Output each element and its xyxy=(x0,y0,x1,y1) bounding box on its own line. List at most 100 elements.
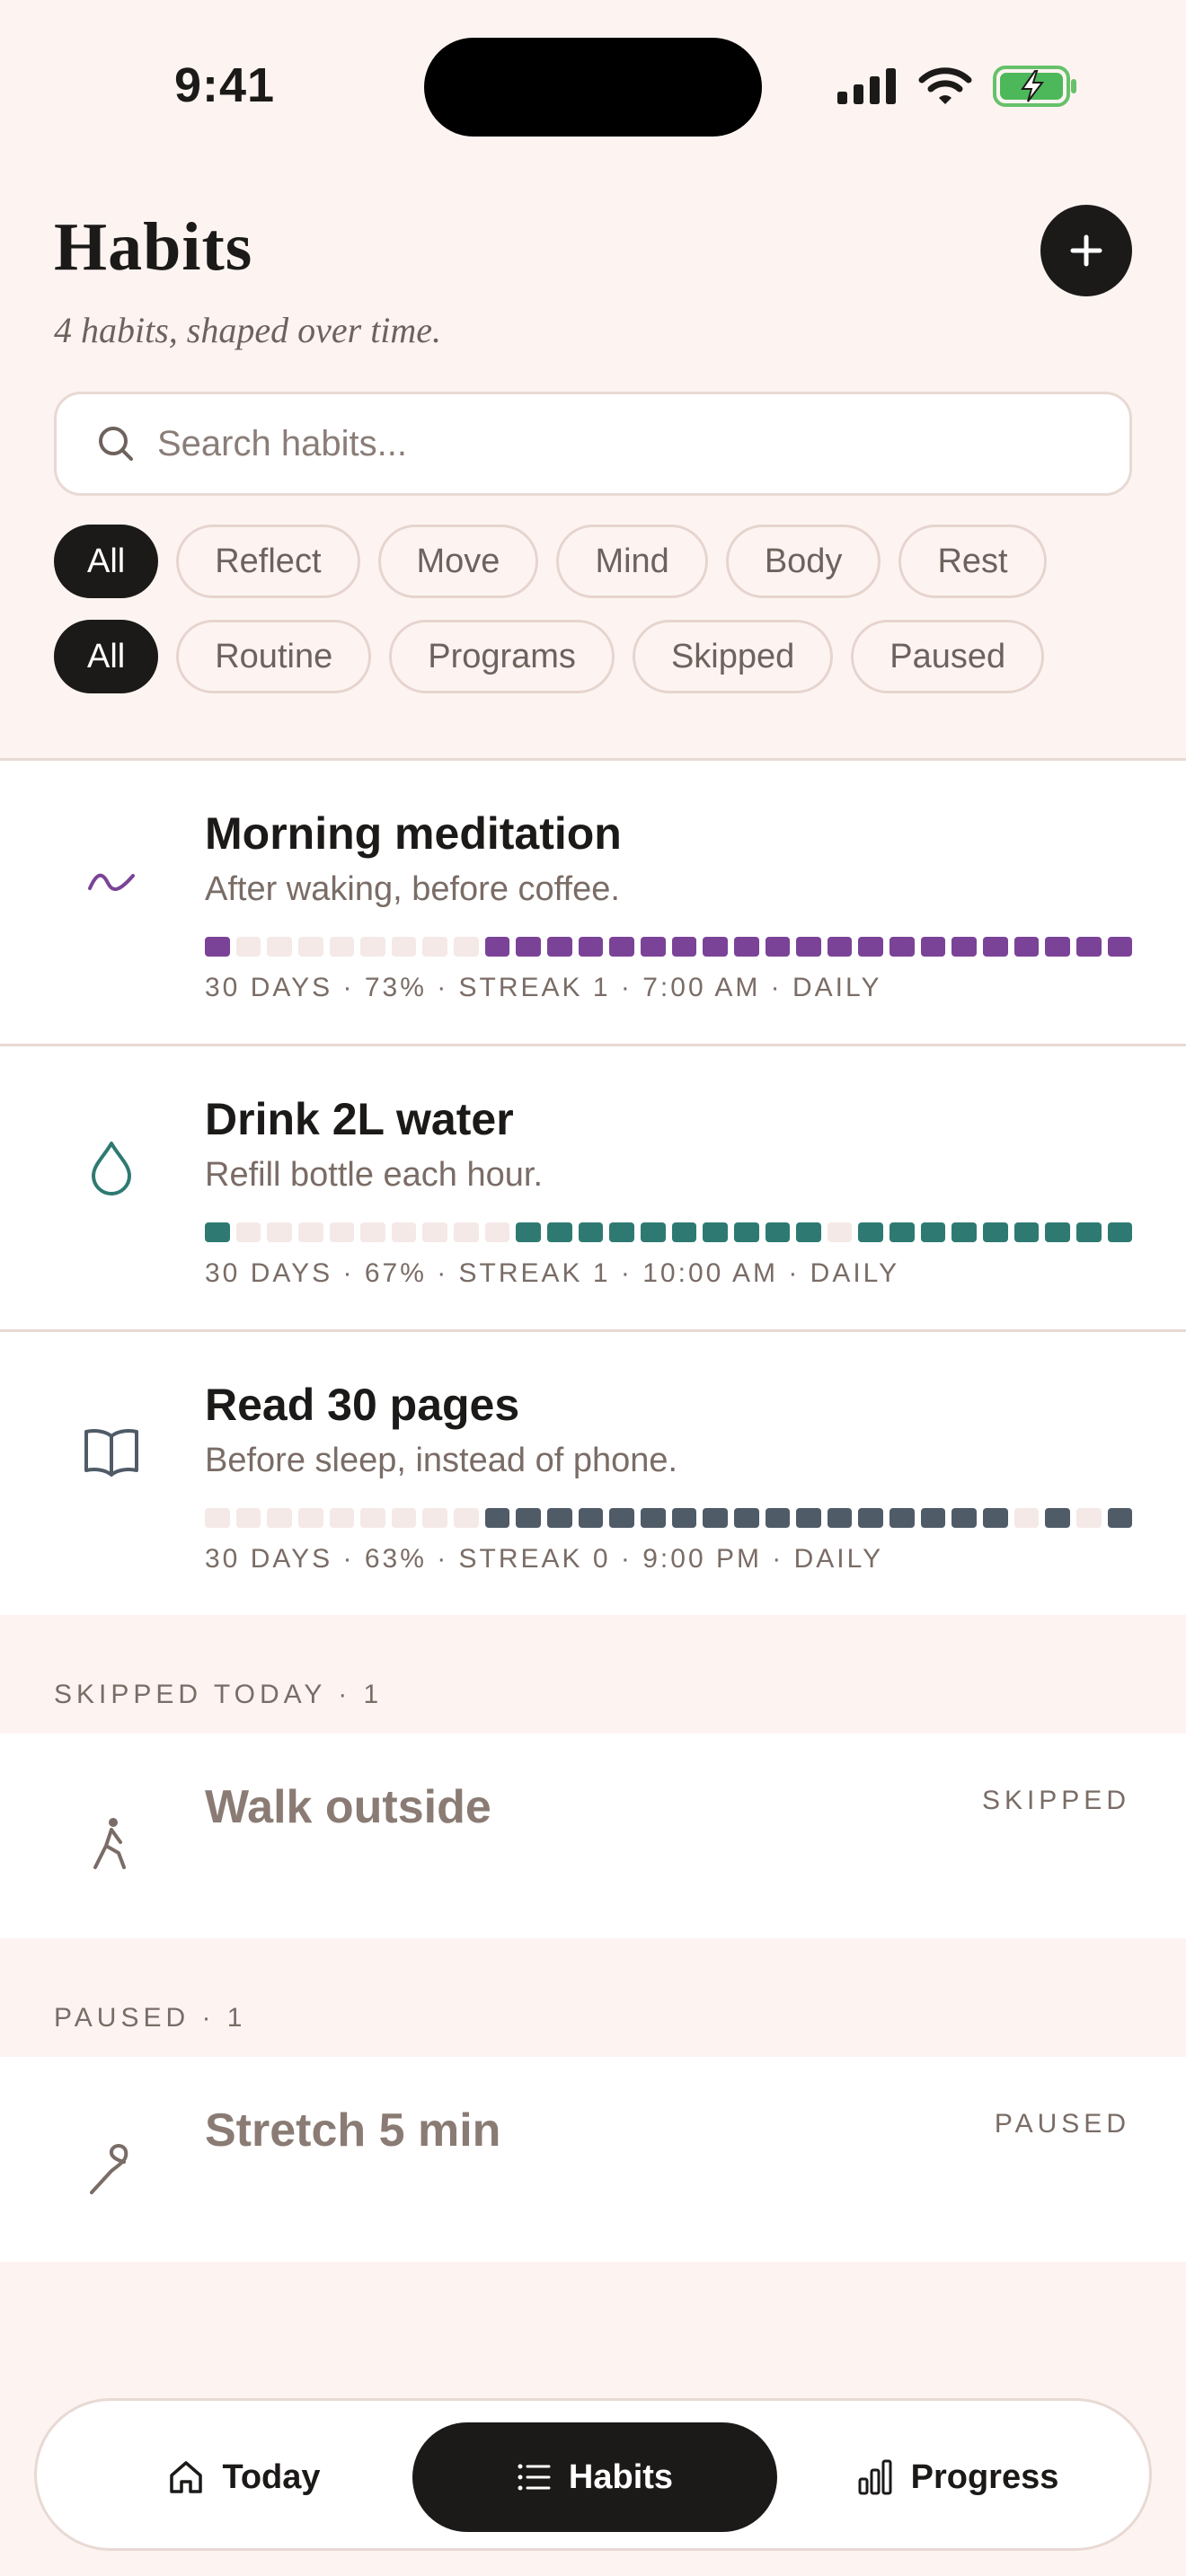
status-chip-programs[interactable]: Programs xyxy=(389,620,615,693)
history-day-done xyxy=(1075,937,1102,957)
history-day-done xyxy=(609,1508,634,1528)
stretch-icon xyxy=(79,2136,144,2201)
history-day-missed xyxy=(391,1508,417,1528)
history-day-missed xyxy=(1075,1508,1102,1528)
filter-chip-move[interactable]: Move xyxy=(377,525,539,598)
history-day-missed xyxy=(454,1508,479,1528)
history-day-done xyxy=(1107,1508,1133,1528)
history-day-done xyxy=(516,937,542,957)
list-icon xyxy=(518,2464,551,2491)
category-filter-row: All Reflect Move Mind Body Rest xyxy=(54,525,1047,598)
history-day-missed xyxy=(267,937,292,957)
history-day-missed xyxy=(391,1222,417,1242)
tab-today[interactable]: Today xyxy=(109,2422,378,2532)
habit-history xyxy=(205,1222,1133,1244)
history-day-done xyxy=(951,937,978,957)
history-day-missed xyxy=(454,937,479,957)
page-subtitle: 4 habits, shaped over time. xyxy=(54,310,442,350)
habit-meta: 30 DAYS · 73% · STREAK 1 · 7:00 AM · DAI… xyxy=(205,973,882,1002)
history-day-done xyxy=(890,1222,915,1242)
habit-description: After waking, before coffee. xyxy=(205,870,620,908)
history-day-missed xyxy=(454,1222,479,1242)
habit-card-walk-outside[interactable]: Walk outside SKIPPED xyxy=(0,1734,1186,1938)
habit-card-morning-meditation[interactable]: Morning meditation After waking, before … xyxy=(0,758,1186,1044)
history-day-done xyxy=(1045,937,1070,957)
home-icon xyxy=(170,2461,203,2493)
add-habit-button[interactable] xyxy=(1040,205,1132,296)
wifi-icon xyxy=(918,67,972,104)
battery-charging-icon xyxy=(993,66,1076,107)
history-day-done xyxy=(547,937,572,957)
filter-chip-reflect[interactable]: Reflect xyxy=(176,525,360,598)
history-day-done xyxy=(671,1222,697,1242)
history-day-done xyxy=(1107,937,1133,957)
habit-card-drink-water[interactable]: Drink 2L water Refill bottle each hour. … xyxy=(0,1044,1186,1329)
history-day-done xyxy=(547,1508,572,1528)
history-day-done xyxy=(920,937,946,957)
history-day-done xyxy=(890,1508,915,1528)
history-day-done xyxy=(516,1222,542,1242)
status-chip-all[interactable]: All xyxy=(54,620,159,693)
droplet-icon xyxy=(79,1134,144,1199)
history-day-missed xyxy=(422,1508,448,1528)
history-day-done xyxy=(609,937,634,957)
status-time: 9:41 xyxy=(174,58,276,112)
history-day-done xyxy=(983,937,1008,957)
history-day-done xyxy=(796,1222,821,1242)
tab-label: Progress xyxy=(910,2457,1059,2496)
dynamic-island xyxy=(424,38,762,137)
filter-chip-body[interactable]: Body xyxy=(725,525,881,598)
status-chip-routine[interactable]: Routine xyxy=(176,620,372,693)
history-day-done xyxy=(703,937,728,957)
history-day-missed xyxy=(235,1508,261,1528)
history-day-done xyxy=(733,937,759,957)
habit-card-read-pages[interactable]: Read 30 pages Before sleep, instead of p… xyxy=(0,1329,1186,1615)
section-label: SKIPPED TODAY · 1 xyxy=(54,1680,384,1709)
history-day-done xyxy=(1013,1222,1040,1242)
history-day-done xyxy=(1045,1508,1070,1528)
history-day-done xyxy=(983,1508,1008,1528)
habit-description: Refill bottle each hour. xyxy=(205,1156,544,1194)
history-day-done xyxy=(671,937,697,957)
history-day-missed xyxy=(297,937,323,957)
history-day-missed xyxy=(391,937,417,957)
plus-icon xyxy=(1070,234,1102,267)
habit-card-stretch[interactable]: Stretch 5 min PAUSED xyxy=(0,2057,1186,2262)
history-day-done xyxy=(1013,937,1040,957)
history-day-done xyxy=(205,1222,230,1242)
tab-progress[interactable]: Progress xyxy=(813,2422,1101,2532)
history-day-missed xyxy=(297,1222,323,1242)
history-day-done xyxy=(765,1508,791,1528)
tab-habits[interactable]: Habits xyxy=(412,2422,777,2532)
search-field[interactable] xyxy=(54,392,1132,496)
history-day-missed xyxy=(329,937,355,957)
history-day-missed xyxy=(422,1222,448,1242)
habit-name: Read 30 pages xyxy=(205,1380,520,1430)
cellular-signal-icon xyxy=(837,68,896,104)
filter-chip-rest[interactable]: Rest xyxy=(898,525,1047,598)
habit-name: Stretch 5 min xyxy=(205,2104,501,2157)
search-input[interactable] xyxy=(157,423,1056,464)
history-day-missed xyxy=(235,937,261,957)
history-day-done xyxy=(827,1508,853,1528)
history-day-missed xyxy=(1013,1508,1040,1528)
habit-name: Morning meditation xyxy=(205,808,622,859)
history-day-done xyxy=(827,937,853,957)
history-day-done xyxy=(640,1508,666,1528)
status-badge: PAUSED xyxy=(994,2109,1130,2139)
paused-section-header: PAUSED · 1 xyxy=(0,1938,1186,2057)
history-day-done xyxy=(796,1508,821,1528)
history-day-done xyxy=(640,1222,666,1242)
status-filter-row: All Routine Programs Skipped Paused xyxy=(54,620,1045,693)
history-day-missed xyxy=(360,937,385,957)
status-chip-paused[interactable]: Paused xyxy=(851,620,1045,693)
history-day-missed xyxy=(267,1222,292,1242)
history-day-missed xyxy=(360,1508,385,1528)
habit-name: Walk outside xyxy=(205,1781,491,1833)
history-day-done xyxy=(890,937,915,957)
status-chip-skipped[interactable]: Skipped xyxy=(632,620,834,693)
filter-chip-mind[interactable]: Mind xyxy=(556,525,708,598)
habit-list: Morning meditation After waking, before … xyxy=(0,758,1186,2262)
history-day-done xyxy=(858,1508,884,1528)
filter-chip-all[interactable]: All xyxy=(54,525,159,598)
